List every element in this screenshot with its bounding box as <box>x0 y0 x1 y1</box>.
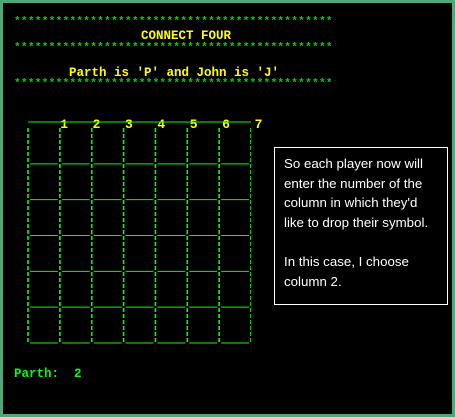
star-divider-bottom: ****************************************… <box>14 78 333 90</box>
console-window: ****************************************… <box>3 3 452 414</box>
column-number: 7 <box>254 117 263 132</box>
game-board-grid <box>27 121 251 344</box>
prompt-label: Parth: <box>14 367 60 381</box>
star-divider-top: ****************************************… <box>14 16 333 28</box>
annotation-callout: So each player now will enter the number… <box>274 147 448 305</box>
prompt-value: 2 <box>74 367 82 381</box>
star-divider-middle: ****************************************… <box>14 42 333 54</box>
callout-paragraph: In this case, I choose column 2. <box>284 253 409 289</box>
input-prompt[interactable]: Parth: 2 <box>14 367 82 382</box>
callout-paragraph: So each player now will enter the number… <box>284 156 429 230</box>
